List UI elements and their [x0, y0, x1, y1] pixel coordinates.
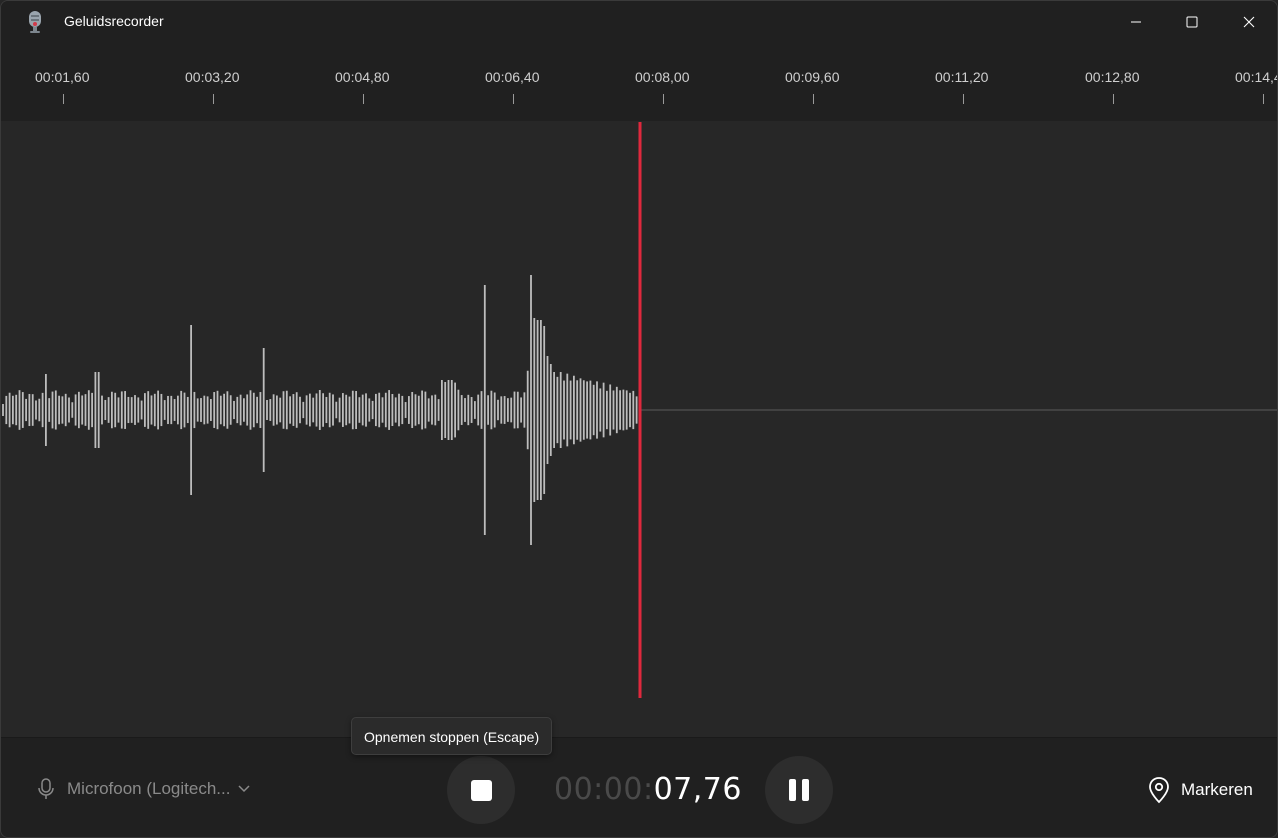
timeline-tick-label: 00:14,4	[1235, 69, 1278, 85]
timeline-tick-label: 00:06,40	[485, 69, 540, 85]
recording-timer: 00:00:07,76	[554, 772, 742, 807]
stop-icon	[470, 779, 492, 801]
close-icon	[1243, 16, 1255, 28]
microphone-select[interactable]: Microfoon (Logitech...	[37, 778, 250, 800]
pause-icon	[789, 779, 809, 801]
minimize-button[interactable]	[1108, 1, 1164, 43]
timeline-ruler[interactable]: 00:01,60 00:03,20 00:04,80 00:06,40 00:0…	[1, 43, 1277, 121]
add-marker-button[interactable]: Markeren	[1147, 776, 1253, 804]
microphone-icon	[38, 778, 54, 799]
timeline-tick-label: 00:01,60	[35, 69, 90, 85]
title-bar[interactable]: Geluidsrecorder	[1, 1, 1277, 43]
timeline-tick-label: 00:11,20	[935, 69, 989, 85]
location-pin-icon	[1149, 777, 1169, 804]
timeline-tick-label: 00:12,80	[1085, 69, 1140, 85]
timer-seconds: 07,76	[653, 772, 742, 807]
stop-recording-button[interactable]	[447, 756, 515, 824]
waveform	[2, 122, 1277, 698]
marker-label: Markeren	[1181, 780, 1253, 799]
minimize-icon	[1131, 21, 1141, 23]
timeline-tick-label: 00:03,20	[185, 69, 240, 85]
maximize-button[interactable]	[1164, 1, 1220, 43]
microphone-label: Microfoon (Logitech...	[67, 779, 231, 798]
maximize-icon	[1186, 16, 1198, 28]
timeline-tick-label: 00:08,00	[635, 69, 690, 85]
timer-hours-minutes: 00:00:	[554, 772, 654, 807]
close-button[interactable]	[1221, 1, 1277, 43]
stop-recording-tooltip: Opnemen stoppen (Escape)	[351, 717, 553, 755]
timeline-tick-label: 00:04,80	[335, 69, 390, 85]
timeline-tick-label: 00:09,60	[785, 69, 840, 85]
microphone-app-icon	[29, 11, 41, 33]
control-bar: Microfoon (Logitech... 00:00:07,76 Marke…	[1, 737, 1277, 837]
chevron-down-icon	[238, 785, 250, 793]
app-window: Geluidsrecorder 00:01,60 00:03,20 00:04,…	[0, 0, 1278, 838]
waveform-area[interactable]	[1, 121, 1277, 737]
pause-button[interactable]	[765, 756, 833, 824]
app-title: Geluidsrecorder	[64, 13, 164, 29]
